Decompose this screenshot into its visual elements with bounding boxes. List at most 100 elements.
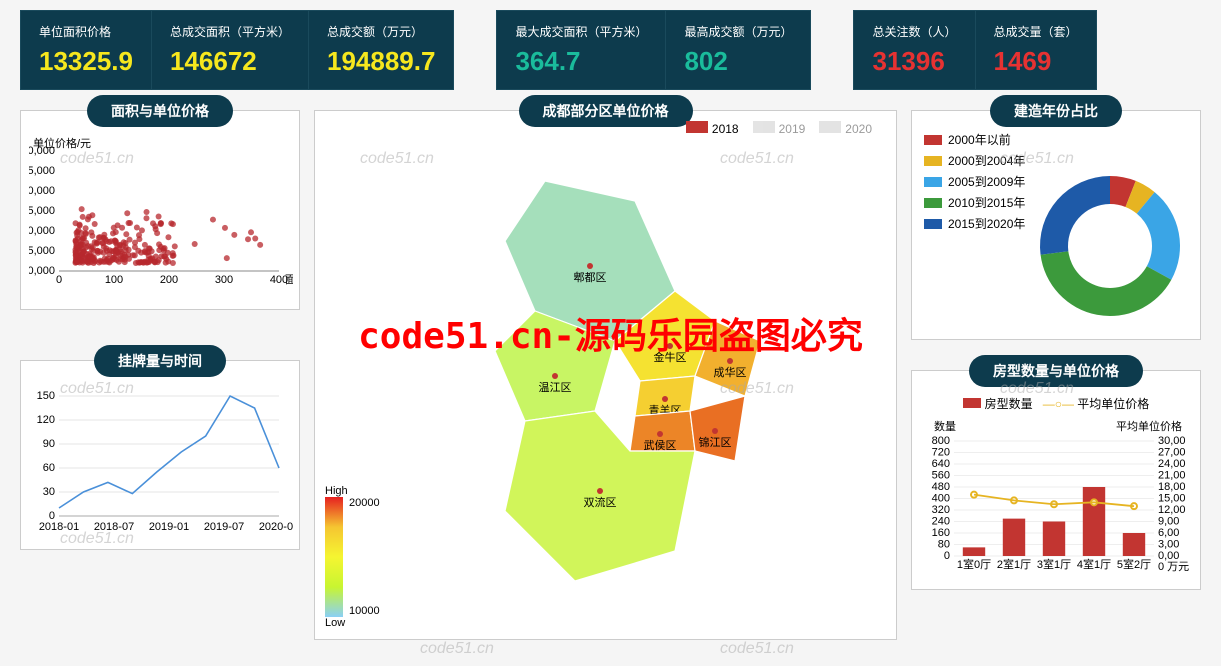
svg-text:21,00: 21,00 — [1158, 470, 1186, 482]
svg-text:560: 560 — [932, 470, 950, 482]
svg-text:2020-01: 2020-01 — [259, 521, 293, 533]
kpi-label: 总成交面积（平方米） — [170, 23, 290, 40]
svg-text:锦江区: 锦江区 — [699, 435, 732, 449]
combo-chart[interactable]: 数量平均单位价格0801602403204004805606407208000,… — [920, 416, 1190, 586]
donut-legend[interactable]: 2000年以前 2000到2004年 2005到2009年 2010到2015年 201… — [924, 131, 1025, 236]
legend-item[interactable]: 2010到2015年 — [924, 194, 1025, 211]
svg-text:1室0厅: 1室0厅 — [957, 557, 991, 571]
legend-item[interactable]: 2015到2020年 — [924, 215, 1025, 232]
svg-text:100: 100 — [105, 274, 123, 286]
svg-text:320: 320 — [932, 504, 950, 516]
svg-text:400: 400 — [932, 493, 950, 505]
svg-text:800: 800 — [932, 435, 950, 447]
map-year-legend[interactable]: 2018 2019 2020 — [686, 121, 872, 136]
svg-text:120: 120 — [37, 414, 55, 426]
svg-text:3室1厅: 3室1厅 — [1037, 557, 1071, 571]
kpi-total-amount: 总成交额（万元） 194889.7 — [308, 10, 454, 90]
svg-text:成华区: 成华区 — [714, 365, 747, 379]
svg-text:2019-01: 2019-01 — [149, 521, 189, 533]
svg-text:30,00: 30,00 — [1158, 435, 1186, 447]
year-2018[interactable]: 2018 — [712, 122, 739, 136]
svg-text:24,00: 24,00 — [1158, 458, 1186, 470]
svg-text:300: 300 — [215, 274, 233, 286]
kpi-max-area: 最大成交面积（平方米） 364.7 — [496, 10, 665, 90]
svg-text:10,000: 10,000 — [29, 225, 55, 237]
panel-title: 房型数量与单位价格 — [969, 355, 1143, 387]
kpi-value: 1469 — [994, 46, 1078, 77]
legend-item[interactable]: 2005到2009年 — [924, 173, 1025, 190]
svg-text:0: 0 — [56, 274, 62, 286]
svg-text:27,00: 27,00 — [1158, 447, 1186, 459]
kpi-value: 364.7 — [515, 46, 647, 77]
kpi-group-2: 最大成交面积（平方米） 364.7 最高成交额（万元） 802 — [496, 10, 811, 90]
map-chart[interactable]: 郫都区温江区金牛区成华区青羊区武侯区锦江区双流区 — [315, 131, 875, 611]
kpi-volume: 总成交量（套） 1469 — [975, 10, 1097, 90]
kpi-value: 146672 — [170, 46, 290, 77]
kpi-followers: 总关注数（人） 31396 — [853, 10, 974, 90]
svg-text:90: 90 — [43, 438, 55, 450]
kpi-total-area: 总成交面积（平方米） 146672 — [151, 10, 308, 90]
svg-text:6,00: 6,00 — [1158, 527, 1179, 539]
donut-panel: 建造年份占比 2000年以前2000到2004年2005到2009年2010到2… — [911, 110, 1201, 340]
svg-text:80: 80 — [938, 539, 950, 551]
svg-text:200: 200 — [160, 274, 178, 286]
svg-text:5室2厅: 5室2厅 — [1117, 557, 1151, 571]
svg-text:2019-07: 2019-07 — [204, 521, 244, 533]
svg-text:9,00: 9,00 — [1158, 516, 1179, 528]
svg-text:双流区: 双流区 — [584, 495, 617, 509]
kpi-label: 最大成交面积（平方米） — [515, 23, 647, 40]
svg-text:2室1厅: 2室1厅 — [997, 557, 1031, 571]
watermark: code51.cn — [420, 640, 494, 658]
map-panel: 成都部分区单位价格 2018 2019 2020 郫都区温江区金牛区成华区青羊区… — [314, 110, 897, 640]
svg-text:15,000: 15,000 — [29, 205, 55, 217]
gradient-bar-icon — [325, 497, 343, 617]
svg-text:武侯区: 武侯区 — [644, 438, 677, 452]
line-chart[interactable]: 03060901201502018-012018-072019-012019-0… — [29, 381, 293, 541]
scatter-panel: 面积与单位价格 单位价格/元0,0005,00010,00015,00020,0… — [20, 110, 300, 310]
svg-text:720: 720 — [932, 447, 950, 459]
kpi-label: 总成交量（套） — [994, 23, 1078, 40]
panel-title: 建造年份占比 — [990, 95, 1122, 127]
legend-bar: 房型数量 — [985, 397, 1033, 411]
svg-text:郫都区: 郫都区 — [574, 270, 607, 284]
svg-text:2018-07: 2018-07 — [94, 521, 134, 533]
svg-text:15,00: 15,00 — [1158, 493, 1186, 505]
legend-line: 平均单位价格 — [1077, 397, 1149, 411]
legend-high: High — [325, 485, 380, 497]
kpi-group-1: 单位面积价格 13325.9 总成交面积（平方米） 146672 总成交额（万元） 1… — [20, 10, 454, 90]
legend-low-val: 10000 — [349, 605, 380, 617]
kpi-value: 31396 — [872, 46, 956, 77]
svg-text:18,00: 18,00 — [1158, 481, 1186, 493]
svg-text:0: 0 — [944, 550, 950, 562]
kpi-value: 802 — [684, 46, 792, 77]
legend-item[interactable]: 2000年以前 — [924, 131, 1025, 148]
panel-title: 成都部分区单位价格 — [519, 95, 693, 127]
svg-text:4室1厅: 4室1厅 — [1077, 557, 1111, 571]
scatter-chart[interactable]: 单位价格/元0,0005,00010,00015,00020,00025,000… — [29, 131, 293, 301]
kpi-value: 13325.9 — [39, 46, 133, 77]
year-2019[interactable]: 2019 — [779, 122, 806, 136]
svg-text:160: 160 — [932, 527, 950, 539]
kpi-value: 194889.7 — [327, 46, 435, 77]
combo-legend[interactable]: 房型数量 —○— 平均单位价格 — [920, 395, 1192, 412]
legend-high-val: 20000 — [349, 497, 380, 509]
line-panel: 挂牌量与时间 03060901201502018-012018-072019-0… — [20, 360, 300, 550]
svg-text:30: 30 — [43, 486, 55, 498]
svg-text:0,000: 0,000 — [29, 265, 55, 277]
svg-text:面积: 面积 — [285, 273, 293, 286]
legend-item[interactable]: 2000到2004年 — [924, 152, 1025, 169]
combo-panel: 房型数量与单位价格 房型数量 —○— 平均单位价格 数量平均单位价格080160… — [911, 370, 1201, 590]
kpi-label: 总关注数（人） — [872, 23, 956, 40]
legend-low: Low — [325, 617, 380, 629]
svg-text:240: 240 — [932, 516, 950, 528]
kpi-unit-price: 单位面积价格 13325.9 — [20, 10, 151, 90]
year-2020[interactable]: 2020 — [845, 122, 872, 136]
kpi-label: 最高成交额（万元） — [684, 23, 792, 40]
svg-text:金牛区: 金牛区 — [654, 350, 687, 364]
svg-text:150: 150 — [37, 390, 55, 402]
kpi-label: 总成交额（万元） — [327, 23, 435, 40]
svg-text:20,000: 20,000 — [29, 185, 55, 197]
svg-text:3,00: 3,00 — [1158, 539, 1179, 551]
svg-text:0 万元: 0 万元 — [1158, 561, 1189, 573]
kpi-label: 单位面积价格 — [39, 23, 133, 40]
